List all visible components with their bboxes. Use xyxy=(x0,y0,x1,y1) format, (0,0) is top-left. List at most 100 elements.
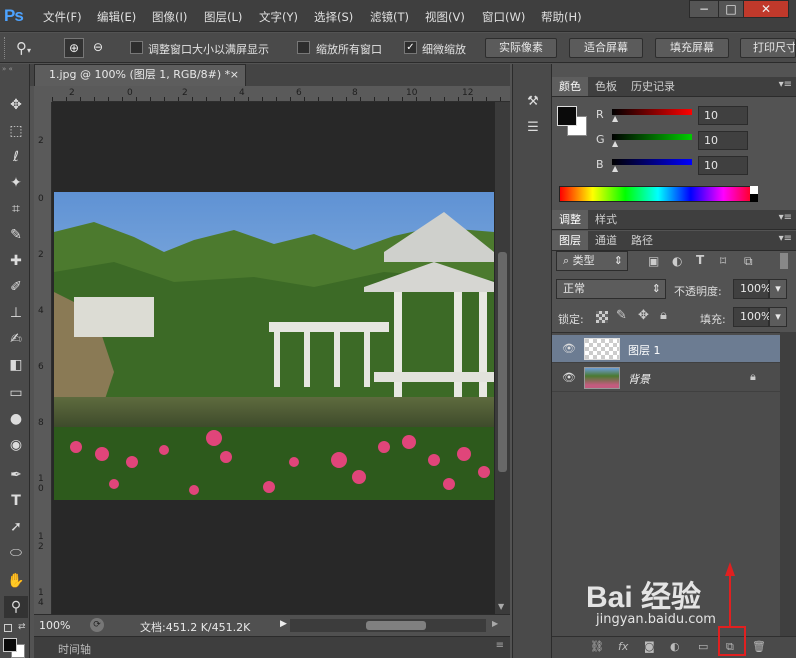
red-value-field[interactable]: 10 xyxy=(698,106,748,125)
delete-layer-icon[interactable]: 🗑︎ xyxy=(752,640,766,653)
hand-tool-icon[interactable]: ✋ xyxy=(4,570,28,592)
scroll-down-icon[interactable]: ▼ xyxy=(498,602,504,611)
actual-pixels-button[interactable]: 实际像素 xyxy=(485,38,557,58)
eraser-tool-icon[interactable]: ◧ xyxy=(4,354,28,376)
menu-image[interactable]: 图像(I) xyxy=(152,9,187,25)
menu-view[interactable]: 视图(V) xyxy=(425,9,465,25)
layers-scrollbar[interactable] xyxy=(780,332,796,636)
history-brush-tool-icon[interactable]: ✍ xyxy=(4,328,28,350)
zoom-all-checkbox[interactable] xyxy=(297,41,310,54)
dodge-tool-icon[interactable]: ◉ xyxy=(4,434,28,456)
panel-menu-icon[interactable]: ≡ xyxy=(496,640,504,651)
crop-tool-icon[interactable]: ⌗ xyxy=(4,198,28,220)
tab-layers[interactable]: 图层 xyxy=(552,231,588,250)
zoom-in-icon[interactable]: ⊕ xyxy=(64,38,84,58)
restore-button[interactable]: □ xyxy=(718,0,744,18)
blend-mode-dropdown[interactable]: 正常 ⇕ xyxy=(556,279,666,299)
share-icon[interactable]: ⟳ xyxy=(90,618,104,632)
lock-pixels-icon[interactable]: ✎ xyxy=(616,308,627,323)
tab-color[interactable]: 颜色 xyxy=(552,77,588,96)
filter-adjustment-icon[interactable]: ◐ xyxy=(672,254,682,268)
path-selection-tool-icon[interactable]: ➚ xyxy=(4,516,28,538)
layer-name[interactable]: 图层 1 xyxy=(628,342,661,358)
horizontal-scrollbar[interactable] xyxy=(290,619,486,632)
opacity-dropdown-icon[interactable]: ▾ xyxy=(769,279,787,299)
red-slider[interactable] xyxy=(612,109,692,115)
zoom-tool-icon[interactable]: ⚲ xyxy=(4,596,28,618)
vertical-scrollbar[interactable]: ▼ xyxy=(495,102,510,614)
swap-colors-icon[interactable]: ⇄ xyxy=(18,622,26,632)
filter-toggle[interactable] xyxy=(780,253,788,269)
collapse-icon[interactable]: » « xyxy=(2,66,28,73)
ellipse-tool-icon[interactable]: ⬭ xyxy=(4,542,28,564)
slider-handle-icon[interactable]: ▲ xyxy=(612,114,618,123)
blue-value-field[interactable]: 10 xyxy=(698,156,748,175)
close-tab-icon[interactable]: × xyxy=(230,65,239,85)
tab-history[interactable]: 历史记录 xyxy=(624,77,682,96)
menu-type[interactable]: 文字(Y) xyxy=(259,9,298,25)
tab-adjustments[interactable]: 调整 xyxy=(552,210,588,229)
layer-filter-dropdown[interactable]: ⌕ 类型 ⇕ xyxy=(556,251,628,271)
menu-layer[interactable]: 图层(L) xyxy=(204,9,242,25)
blur-tool-icon[interactable]: ● xyxy=(4,408,28,430)
filter-shape-icon[interactable]: ⌑ xyxy=(720,254,726,268)
print-size-button[interactable]: 打印尺寸 xyxy=(740,38,796,58)
white-swatch[interactable] xyxy=(750,186,758,194)
menu-select[interactable]: 选择(S) xyxy=(314,9,353,25)
scrubby-zoom-checkbox[interactable]: ✓ xyxy=(404,41,417,54)
canvas-area[interactable] xyxy=(52,102,495,614)
visibility-eye-icon[interactable]: 👁︎ xyxy=(562,342,576,355)
pen-tool-icon[interactable]: ✒ xyxy=(4,464,28,486)
move-tool-icon[interactable]: ✥ xyxy=(4,94,28,116)
status-menu-arrow-icon[interactable]: ▶ xyxy=(280,619,287,629)
menu-edit[interactable]: 编辑(E) xyxy=(97,9,136,25)
tab-channels[interactable]: 通道 xyxy=(588,231,624,250)
tab-styles[interactable]: 样式 xyxy=(588,210,624,229)
green-slider[interactable] xyxy=(612,134,692,140)
menu-window[interactable]: 窗口(W) xyxy=(482,9,525,25)
scrollbar-thumb[interactable] xyxy=(498,252,507,472)
add-mask-icon[interactable]: ◙ xyxy=(644,640,655,653)
slider-handle-icon[interactable]: ▲ xyxy=(612,164,618,173)
panel-menu-icon[interactable]: ▾≡ xyxy=(779,212,792,223)
document-tab[interactable]: 1.jpg @ 100% (图层 1, RGB/8#) * × xyxy=(34,64,246,86)
menu-help[interactable]: 帮助(H) xyxy=(541,9,582,25)
blue-slider[interactable] xyxy=(612,159,692,165)
healing-brush-tool-icon[interactable]: ✚ xyxy=(4,250,28,272)
minimize-button[interactable]: − xyxy=(689,0,719,18)
eyedropper-tool-icon[interactable]: ✎ xyxy=(4,224,28,246)
opacity-field[interactable]: 100% xyxy=(733,279,771,299)
default-colors-icon[interactable] xyxy=(4,624,12,632)
zoom-level[interactable]: 100% xyxy=(39,619,70,632)
timeline-panel-bar[interactable]: 时间轴 ≡ xyxy=(34,636,510,658)
layer-row[interactable]: 👁︎ 图层 1 xyxy=(552,335,780,363)
fill-screen-button[interactable]: 填充屏幕 xyxy=(655,38,729,58)
brush-presets-icon[interactable]: ☰ xyxy=(521,120,545,140)
panel-menu-icon[interactable]: ▾≡ xyxy=(779,79,792,90)
lock-transparency-icon[interactable] xyxy=(596,311,608,323)
layer-name[interactable]: 背景 xyxy=(628,371,650,387)
scroll-right-icon[interactable]: ▶ xyxy=(492,619,498,628)
fill-dropdown-icon[interactable]: ▾ xyxy=(769,307,787,327)
magic-wand-tool-icon[interactable]: ✦ xyxy=(4,172,28,194)
tab-paths[interactable]: 路径 xyxy=(624,231,660,250)
clone-stamp-tool-icon[interactable]: ⊥ xyxy=(4,302,28,324)
lasso-tool-icon[interactable]: ℓ xyxy=(4,146,28,168)
panel-menu-icon[interactable]: ▾≡ xyxy=(779,233,792,244)
visibility-eye-icon[interactable]: 👁︎ xyxy=(562,371,576,384)
link-layers-icon[interactable]: ⛓ xyxy=(590,640,604,653)
brush-tool-icon[interactable]: ✐ xyxy=(4,276,28,298)
tab-swatches[interactable]: 色板 xyxy=(588,77,624,96)
layer-row[interactable]: 👁︎ 背景 🔒︎ xyxy=(552,364,780,392)
fill-field[interactable]: 100% xyxy=(733,307,771,327)
filter-smart-object-icon[interactable]: ⧉ xyxy=(744,254,753,269)
menu-file[interactable]: 文件(F) xyxy=(43,9,82,25)
lock-all-icon[interactable]: 🔒︎ xyxy=(660,308,667,323)
scrollbar-thumb[interactable] xyxy=(366,621,426,630)
slider-handle-icon[interactable]: ▲ xyxy=(612,139,618,148)
green-value-field[interactable]: 10 xyxy=(698,131,748,150)
foreground-color-swatch[interactable] xyxy=(557,106,577,126)
tool-presets-icon[interactable]: ⚒ xyxy=(521,94,545,114)
foreground-color-swatch[interactable] xyxy=(3,638,17,652)
color-spectrum-bar[interactable] xyxy=(559,186,757,202)
